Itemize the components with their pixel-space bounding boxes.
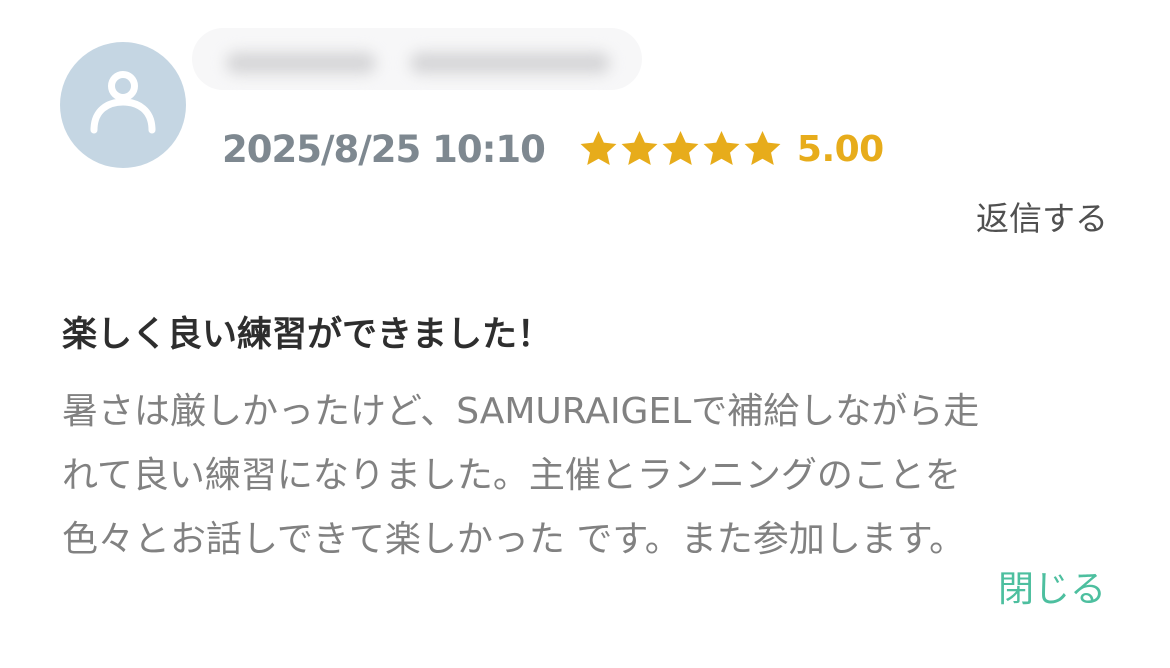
review-body-line: 色々とお話しできて楽しかった です。また参加します。 (62, 519, 966, 560)
star-icon (662, 130, 699, 165)
close-button[interactable]: 閉じる (998, 560, 1106, 612)
reviewer-name-redacted (192, 28, 642, 90)
review-meta: 2025/8/25 10:10 5.00 (222, 122, 884, 176)
user-icon (90, 71, 156, 134)
review-date: 2025/8/25 10:10 (222, 127, 546, 171)
review-body-line: 暑さは厳しかったけど、SAMURAIGELで補給しながら走 (62, 391, 980, 432)
review-body: 暑さは厳しかったけど、SAMURAIGELで補給しながら走 れて良い練習になりま… (62, 380, 1102, 572)
review-title: 楽しく良い練習ができました！ (62, 315, 553, 355)
reply-button[interactable]: 返信する (976, 192, 1108, 240)
star-icon (703, 130, 740, 165)
review-body-line: れて良い練習になりました。主催とランニングのことを (62, 455, 961, 496)
rating-value: 5.00 (796, 128, 884, 170)
star-icon (580, 130, 617, 165)
star-rating (578, 122, 783, 176)
star-icon (621, 130, 658, 165)
avatar (60, 42, 186, 168)
star-icon (744, 130, 781, 165)
